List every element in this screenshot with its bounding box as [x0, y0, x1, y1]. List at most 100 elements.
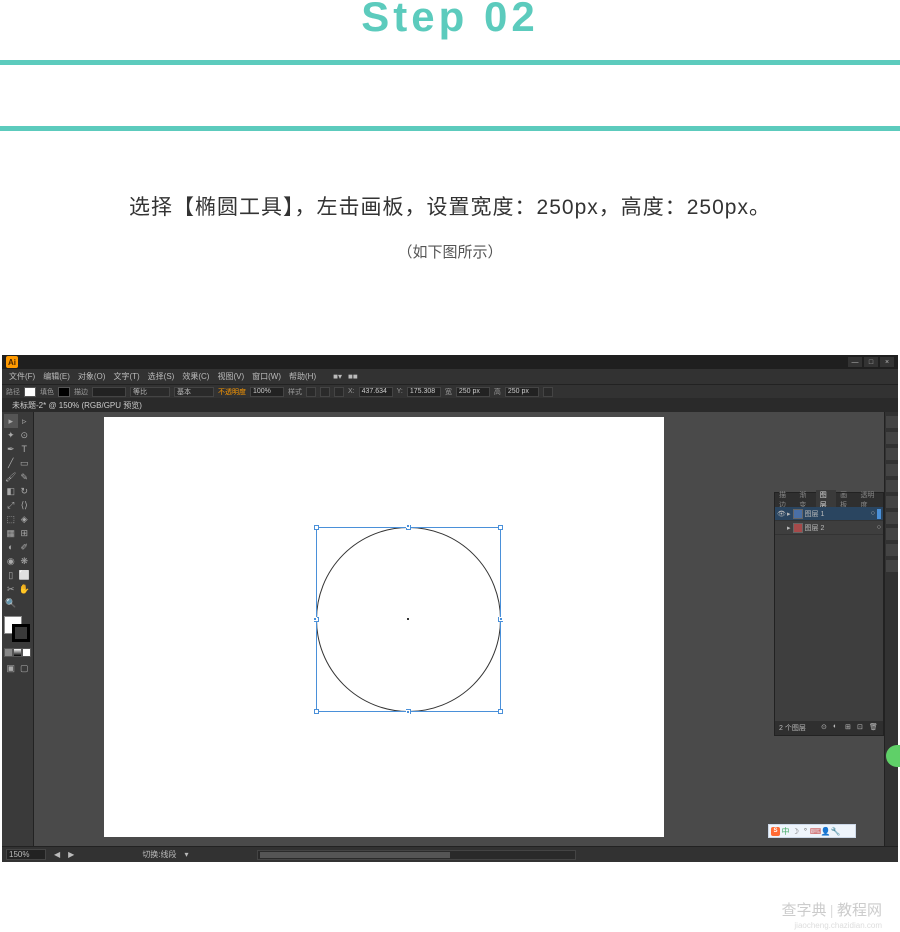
- rectangle-tool[interactable]: ▭: [18, 456, 32, 470]
- expand-icon[interactable]: ▸: [787, 510, 791, 518]
- menu-file[interactable]: 文件(F): [6, 371, 38, 382]
- shape-builder-tool[interactable]: ◈: [18, 512, 32, 526]
- delete-layer-icon[interactable]: 🗑: [869, 723, 879, 733]
- canvas-area[interactable]: S 中 ☽ ° ⌨ 👤 🔧: [34, 412, 884, 846]
- make-clipping-mask-icon[interactable]: ◐: [833, 723, 843, 733]
- ime-keyboard-icon[interactable]: ⌨: [811, 827, 820, 836]
- pen-tool[interactable]: ✒: [4, 442, 18, 456]
- menu-edit[interactable]: 编辑(E): [40, 371, 73, 382]
- anchor-bottom[interactable]: [406, 710, 410, 714]
- anchor-right[interactable]: [499, 617, 503, 621]
- menu-select[interactable]: 选择(S): [145, 371, 178, 382]
- expand-icon[interactable]: ▸: [787, 524, 791, 532]
- artboard-tool[interactable]: ⬜: [18, 568, 32, 582]
- screen-mode-normal[interactable]: ▣: [4, 661, 18, 675]
- type-tool[interactable]: T: [18, 442, 32, 456]
- align-icon[interactable]: [320, 387, 330, 397]
- stroke-swatch[interactable]: [58, 387, 70, 397]
- dock-appearance-icon[interactable]: [886, 528, 898, 540]
- handle-br[interactable]: [498, 709, 503, 714]
- profile-dropdown[interactable]: 等比: [130, 387, 170, 397]
- magic-wand-tool[interactable]: ✦: [4, 428, 18, 442]
- handle-bl[interactable]: [314, 709, 319, 714]
- color-mode-normal[interactable]: [4, 648, 13, 657]
- anchor-left[interactable]: [313, 617, 317, 621]
- dock-gradient-icon[interactable]: [886, 496, 898, 508]
- symbol-sprayer-tool[interactable]: ❋: [18, 554, 32, 568]
- width-tool[interactable]: ⟨⟩: [18, 498, 32, 512]
- target-icon[interactable]: ○: [877, 524, 881, 531]
- hand-tool[interactable]: ✋: [18, 582, 32, 596]
- nav-next-icon[interactable]: ▶: [68, 850, 74, 859]
- horizontal-scrollbar[interactable]: [257, 850, 577, 860]
- ime-punct-icon[interactable]: °: [801, 827, 810, 836]
- document-tab[interactable]: 未标题-2* @ 150% (RGB/GPU 预览): [6, 400, 148, 411]
- handle-tl[interactable]: [314, 525, 319, 530]
- menu-object[interactable]: 对象(O): [75, 371, 109, 382]
- stroke-weight-input[interactable]: [92, 387, 126, 397]
- fill-stroke-control[interactable]: [4, 616, 32, 644]
- gradient-tool[interactable]: ◐: [4, 540, 18, 554]
- mesh-tool[interactable]: ⊞: [18, 526, 32, 540]
- y-input[interactable]: 175.308: [407, 387, 441, 397]
- selection-tool[interactable]: ▸: [4, 414, 18, 428]
- handle-tr[interactable]: [498, 525, 503, 530]
- link-wh-icon[interactable]: [543, 387, 553, 397]
- layer-row[interactable]: 👁 ▸ 图层 1 ○: [775, 507, 883, 521]
- brush-dropdown[interactable]: 基本: [174, 387, 214, 397]
- target-icon[interactable]: ○: [871, 510, 875, 517]
- visibility-icon[interactable]: [777, 524, 785, 532]
- screen-mode-full[interactable]: ▢: [18, 661, 32, 675]
- dock-graphic-styles-icon[interactable]: [886, 544, 898, 556]
- ime-settings-icon[interactable]: 🔧: [831, 827, 840, 836]
- workspace-switcher[interactable]: ■▾: [333, 372, 342, 381]
- line-tool[interactable]: ╱: [4, 456, 18, 470]
- transform-icon[interactable]: [334, 387, 344, 397]
- menu-window[interactable]: 窗口(W): [249, 371, 284, 382]
- perspective-tool[interactable]: ▦: [4, 526, 18, 540]
- new-layer-icon[interactable]: ⊡: [857, 723, 867, 733]
- w-input[interactable]: 250 px: [456, 387, 490, 397]
- ime-lang-icon[interactable]: 中: [781, 827, 790, 836]
- fill-swatch[interactable]: [24, 387, 36, 397]
- visibility-icon[interactable]: 👁: [777, 510, 785, 518]
- locate-object-icon[interactable]: ⊙: [821, 723, 831, 733]
- new-sublayer-icon[interactable]: ⊞: [845, 723, 855, 733]
- ime-moon-icon[interactable]: ☽: [791, 827, 800, 836]
- column-graph-tool[interactable]: ▯: [4, 568, 18, 582]
- menu-help[interactable]: 帮助(H): [286, 371, 319, 382]
- pencil-tool[interactable]: ✎: [18, 470, 32, 484]
- dock-symbols-icon[interactable]: [886, 464, 898, 476]
- dock-swatches-icon[interactable]: [886, 432, 898, 444]
- dock-layers-icon[interactable]: [886, 560, 898, 572]
- maximize-button[interactable]: □: [864, 357, 878, 367]
- layer-name[interactable]: 图层 2: [805, 523, 875, 533]
- lasso-tool[interactable]: ⊙: [18, 428, 32, 442]
- dock-stroke-icon[interactable]: [886, 480, 898, 492]
- free-transform-tool[interactable]: ⬚: [4, 512, 18, 526]
- arrange-documents[interactable]: ■■: [348, 372, 358, 381]
- stroke-color-icon[interactable]: [12, 624, 30, 642]
- ime-toolbar[interactable]: S 中 ☽ ° ⌨ 👤 🔧: [768, 824, 856, 838]
- dock-transparency-icon[interactable]: [886, 512, 898, 524]
- x-input[interactable]: 437.634: [359, 387, 393, 397]
- ime-logo-icon[interactable]: S: [771, 827, 780, 836]
- nav-dropdown-icon[interactable]: ▾: [185, 850, 189, 859]
- direct-selection-tool[interactable]: ▹: [18, 414, 32, 428]
- color-mode-gradient[interactable]: [13, 648, 22, 657]
- style-swatch[interactable]: [306, 387, 316, 397]
- dock-color-icon[interactable]: [886, 416, 898, 428]
- brush-tool[interactable]: 🖌: [4, 470, 18, 484]
- eyedropper-tool[interactable]: ✐: [18, 540, 32, 554]
- layer-row[interactable]: ▸ 图层 2 ○: [775, 521, 883, 535]
- scroll-thumb[interactable]: [260, 852, 451, 858]
- anchor-top[interactable]: [406, 524, 410, 528]
- nav-prev-icon[interactable]: ◀: [54, 850, 60, 859]
- layer-name[interactable]: 图层 1: [805, 509, 869, 519]
- opacity-input[interactable]: 100%: [250, 387, 284, 397]
- menu-effect[interactable]: 效果(C): [179, 371, 212, 382]
- scale-tool[interactable]: ⤢: [4, 498, 18, 512]
- close-button[interactable]: ×: [880, 357, 894, 367]
- eraser-tool[interactable]: ◧: [4, 484, 18, 498]
- menu-view[interactable]: 视图(V): [214, 371, 247, 382]
